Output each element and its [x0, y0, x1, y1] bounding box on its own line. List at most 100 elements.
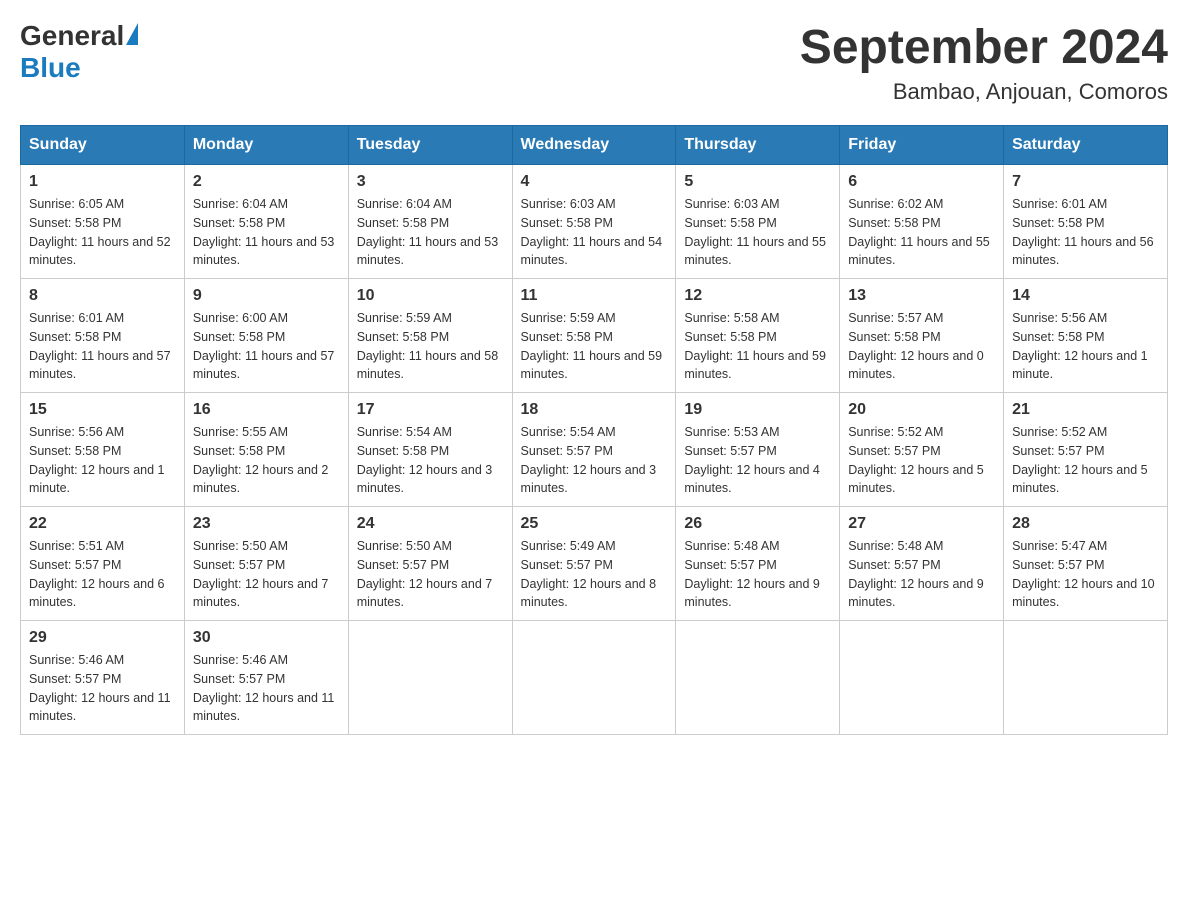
- day-number: 5: [684, 173, 831, 191]
- day-number: 10: [357, 287, 504, 305]
- day-number: 7: [1012, 173, 1159, 191]
- calendar-cell: 7 Sunrise: 6:01 AMSunset: 5:58 PMDayligh…: [1004, 165, 1168, 279]
- logo: General Blue: [20, 20, 138, 84]
- weekday-header-thursday: Thursday: [676, 126, 840, 165]
- day-number: 17: [357, 401, 504, 419]
- day-info: Sunrise: 6:03 AMSunset: 5:58 PMDaylight:…: [521, 195, 668, 270]
- calendar-week-row: 15 Sunrise: 5:56 AMSunset: 5:58 PMDaylig…: [21, 393, 1168, 507]
- calendar-cell: 1 Sunrise: 6:05 AMSunset: 5:58 PMDayligh…: [21, 165, 185, 279]
- day-info: Sunrise: 5:55 AMSunset: 5:58 PMDaylight:…: [193, 423, 340, 498]
- calendar-cell: 15 Sunrise: 5:56 AMSunset: 5:58 PMDaylig…: [21, 393, 185, 507]
- calendar-cell: 28 Sunrise: 5:47 AMSunset: 5:57 PMDaylig…: [1004, 507, 1168, 621]
- calendar-cell: 13 Sunrise: 5:57 AMSunset: 5:58 PMDaylig…: [840, 279, 1004, 393]
- day-number: 15: [29, 401, 176, 419]
- day-number: 12: [684, 287, 831, 305]
- day-info: Sunrise: 5:54 AMSunset: 5:58 PMDaylight:…: [357, 423, 504, 498]
- calendar-cell: [1004, 621, 1168, 735]
- day-info: Sunrise: 5:50 AMSunset: 5:57 PMDaylight:…: [357, 537, 504, 612]
- page-header: General Blue September 2024 Bambao, Anjo…: [20, 20, 1168, 105]
- day-info: Sunrise: 6:00 AMSunset: 5:58 PMDaylight:…: [193, 309, 340, 384]
- day-number: 21: [1012, 401, 1159, 419]
- day-info: Sunrise: 6:05 AMSunset: 5:58 PMDaylight:…: [29, 195, 176, 270]
- day-number: 27: [848, 515, 995, 533]
- day-info: Sunrise: 5:54 AMSunset: 5:57 PMDaylight:…: [521, 423, 668, 498]
- calendar-cell: 22 Sunrise: 5:51 AMSunset: 5:57 PMDaylig…: [21, 507, 185, 621]
- calendar-cell: 16 Sunrise: 5:55 AMSunset: 5:58 PMDaylig…: [184, 393, 348, 507]
- calendar-cell: 21 Sunrise: 5:52 AMSunset: 5:57 PMDaylig…: [1004, 393, 1168, 507]
- day-info: Sunrise: 5:46 AMSunset: 5:57 PMDaylight:…: [193, 651, 340, 726]
- calendar-cell: 19 Sunrise: 5:53 AMSunset: 5:57 PMDaylig…: [676, 393, 840, 507]
- day-number: 29: [29, 629, 176, 647]
- location-subtitle: Bambao, Anjouan, Comoros: [800, 79, 1168, 105]
- day-number: 1: [29, 173, 176, 191]
- day-info: Sunrise: 5:59 AMSunset: 5:58 PMDaylight:…: [357, 309, 504, 384]
- day-info: Sunrise: 5:46 AMSunset: 5:57 PMDaylight:…: [29, 651, 176, 726]
- day-info: Sunrise: 5:50 AMSunset: 5:57 PMDaylight:…: [193, 537, 340, 612]
- month-title: September 2024: [800, 20, 1168, 75]
- calendar-cell: 5 Sunrise: 6:03 AMSunset: 5:58 PMDayligh…: [676, 165, 840, 279]
- calendar-cell: 11 Sunrise: 5:59 AMSunset: 5:58 PMDaylig…: [512, 279, 676, 393]
- day-info: Sunrise: 5:51 AMSunset: 5:57 PMDaylight:…: [29, 537, 176, 612]
- day-info: Sunrise: 5:48 AMSunset: 5:57 PMDaylight:…: [684, 537, 831, 612]
- day-info: Sunrise: 6:02 AMSunset: 5:58 PMDaylight:…: [848, 195, 995, 270]
- weekday-header-wednesday: Wednesday: [512, 126, 676, 165]
- weekday-header-sunday: Sunday: [21, 126, 185, 165]
- calendar-cell: 20 Sunrise: 5:52 AMSunset: 5:57 PMDaylig…: [840, 393, 1004, 507]
- day-number: 3: [357, 173, 504, 191]
- day-info: Sunrise: 6:01 AMSunset: 5:58 PMDaylight:…: [29, 309, 176, 384]
- day-number: 9: [193, 287, 340, 305]
- logo-general-text: General: [20, 20, 124, 52]
- day-info: Sunrise: 5:49 AMSunset: 5:57 PMDaylight:…: [521, 537, 668, 612]
- weekday-header-friday: Friday: [840, 126, 1004, 165]
- day-number: 11: [521, 287, 668, 305]
- calendar-cell: [348, 621, 512, 735]
- calendar-cell: [512, 621, 676, 735]
- calendar-cell: [840, 621, 1004, 735]
- logo-blue-text: Blue: [20, 52, 81, 84]
- calendar-cell: 9 Sunrise: 6:00 AMSunset: 5:58 PMDayligh…: [184, 279, 348, 393]
- calendar-cell: 23 Sunrise: 5:50 AMSunset: 5:57 PMDaylig…: [184, 507, 348, 621]
- day-info: Sunrise: 6:04 AMSunset: 5:58 PMDaylight:…: [357, 195, 504, 270]
- day-info: Sunrise: 5:56 AMSunset: 5:58 PMDaylight:…: [29, 423, 176, 498]
- logo-triangle-icon: [126, 23, 138, 45]
- calendar-cell: 27 Sunrise: 5:48 AMSunset: 5:57 PMDaylig…: [840, 507, 1004, 621]
- calendar-cell: 18 Sunrise: 5:54 AMSunset: 5:57 PMDaylig…: [512, 393, 676, 507]
- day-info: Sunrise: 6:03 AMSunset: 5:58 PMDaylight:…: [684, 195, 831, 270]
- calendar-cell: 24 Sunrise: 5:50 AMSunset: 5:57 PMDaylig…: [348, 507, 512, 621]
- day-info: Sunrise: 5:57 AMSunset: 5:58 PMDaylight:…: [848, 309, 995, 384]
- day-number: 26: [684, 515, 831, 533]
- day-info: Sunrise: 5:47 AMSunset: 5:57 PMDaylight:…: [1012, 537, 1159, 612]
- calendar-cell: 4 Sunrise: 6:03 AMSunset: 5:58 PMDayligh…: [512, 165, 676, 279]
- day-number: 2: [193, 173, 340, 191]
- day-number: 23: [193, 515, 340, 533]
- title-section: September 2024 Bambao, Anjouan, Comoros: [800, 20, 1168, 105]
- day-number: 22: [29, 515, 176, 533]
- weekday-header-row: SundayMondayTuesdayWednesdayThursdayFrid…: [21, 126, 1168, 165]
- day-number: 19: [684, 401, 831, 419]
- day-info: Sunrise: 5:48 AMSunset: 5:57 PMDaylight:…: [848, 537, 995, 612]
- day-number: 16: [193, 401, 340, 419]
- day-info: Sunrise: 5:52 AMSunset: 5:57 PMDaylight:…: [848, 423, 995, 498]
- day-info: Sunrise: 5:56 AMSunset: 5:58 PMDaylight:…: [1012, 309, 1159, 384]
- calendar-week-row: 29 Sunrise: 5:46 AMSunset: 5:57 PMDaylig…: [21, 621, 1168, 735]
- calendar-cell: 29 Sunrise: 5:46 AMSunset: 5:57 PMDaylig…: [21, 621, 185, 735]
- day-info: Sunrise: 5:58 AMSunset: 5:58 PMDaylight:…: [684, 309, 831, 384]
- calendar-cell: 6 Sunrise: 6:02 AMSunset: 5:58 PMDayligh…: [840, 165, 1004, 279]
- calendar-cell: 25 Sunrise: 5:49 AMSunset: 5:57 PMDaylig…: [512, 507, 676, 621]
- day-info: Sunrise: 6:04 AMSunset: 5:58 PMDaylight:…: [193, 195, 340, 270]
- day-number: 14: [1012, 287, 1159, 305]
- day-number: 13: [848, 287, 995, 305]
- day-number: 6: [848, 173, 995, 191]
- day-info: Sunrise: 5:53 AMSunset: 5:57 PMDaylight:…: [684, 423, 831, 498]
- calendar-cell: [676, 621, 840, 735]
- calendar-cell: 8 Sunrise: 6:01 AMSunset: 5:58 PMDayligh…: [21, 279, 185, 393]
- calendar-cell: 26 Sunrise: 5:48 AMSunset: 5:57 PMDaylig…: [676, 507, 840, 621]
- calendar-cell: 10 Sunrise: 5:59 AMSunset: 5:58 PMDaylig…: [348, 279, 512, 393]
- calendar-week-row: 22 Sunrise: 5:51 AMSunset: 5:57 PMDaylig…: [21, 507, 1168, 621]
- calendar-cell: 17 Sunrise: 5:54 AMSunset: 5:58 PMDaylig…: [348, 393, 512, 507]
- calendar-cell: 2 Sunrise: 6:04 AMSunset: 5:58 PMDayligh…: [184, 165, 348, 279]
- day-number: 8: [29, 287, 176, 305]
- calendar-cell: 30 Sunrise: 5:46 AMSunset: 5:57 PMDaylig…: [184, 621, 348, 735]
- day-number: 20: [848, 401, 995, 419]
- day-number: 18: [521, 401, 668, 419]
